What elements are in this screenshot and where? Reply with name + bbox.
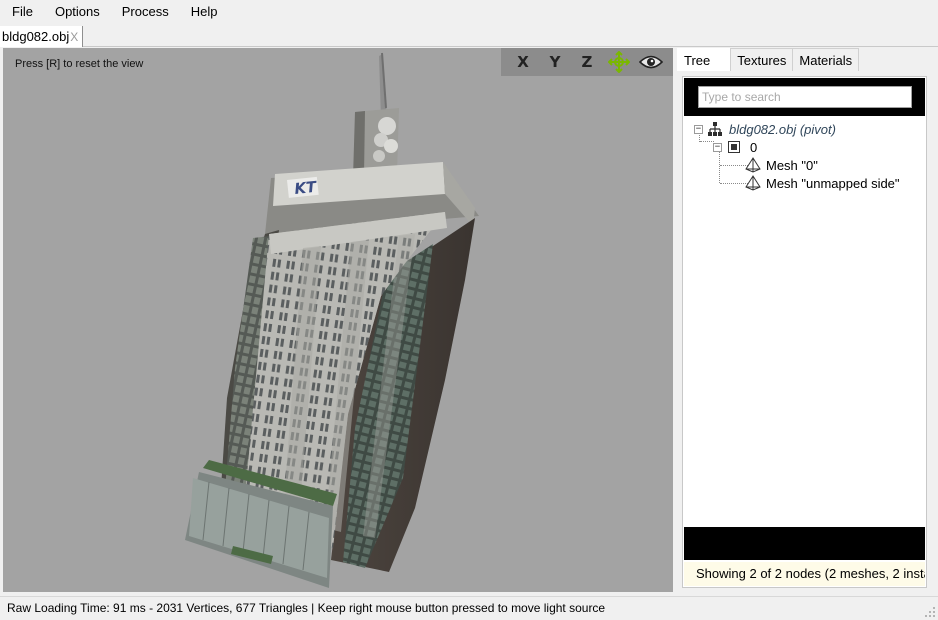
hierarchy-icon [708,122,722,136]
view-x-button[interactable]: X [507,48,539,76]
search-area [684,78,925,116]
document-tab[interactable]: bldg082.obj X [0,26,84,47]
side-tab-bar: Tree Textures Materials [677,48,860,71]
reset-view-hint: Press [R] to reset the view [15,58,144,70]
building-sign: KT [294,178,319,198]
tree-panel: − bldg082.obj (pivot) − [682,76,927,588]
menu-bar: File Options Process Help [0,0,938,24]
close-tab-icon[interactable]: X [70,30,78,44]
status-text: Raw Loading Time: 91 ms - 2031 Vertices,… [7,601,606,615]
mesh-label: Mesh "0" [766,157,818,173]
tree-row-mesh-0[interactable]: Mesh "0" [745,156,818,174]
tree-node-label: 0 [750,139,758,155]
collapse-icon[interactable]: − [713,142,722,152]
view-toolbar: X Y Z [501,48,673,76]
menu-process[interactable]: Process [111,0,180,24]
3d-viewport[interactable]: KT Press [R] to reset the view X Y Z [3,48,673,592]
mesh-icon [745,157,761,173]
tree-row-node-0[interactable]: − 0 [713,138,757,156]
building-model: KT [185,52,479,588]
tree-root-label: bldg082.obj (pivot) [729,121,836,137]
menu-options[interactable]: Options [44,0,111,24]
search-input[interactable] [698,86,912,108]
mesh-icon [745,175,761,191]
node-count-status: Showing 2 of 2 nodes (2 meshes, 2 instan [684,562,925,586]
tree-row-mesh-1[interactable]: Mesh "unmapped side" [745,174,900,192]
tab-textures[interactable]: Textures [730,48,794,71]
view-z-button[interactable]: Z [571,48,603,76]
app-window: File Options Process Help bldg082.obj X [0,0,938,620]
view-y-button[interactable]: Y [539,48,571,76]
status-bar: Raw Loading Time: 91 ms - 2031 Vertices,… [0,596,938,620]
resize-grip-icon[interactable] [925,607,935,617]
tab-materials[interactable]: Materials [792,48,860,71]
menu-help[interactable]: Help [180,0,229,24]
eye-icon[interactable] [635,48,667,76]
tree-row-root[interactable]: − bldg082.obj (pivot) [694,120,836,138]
document-tab-label: bldg082.obj [2,29,70,44]
mesh-label: Mesh "unmapped side" [766,175,900,191]
node-tree: − bldg082.obj (pivot) − 0 Mesh "0" Mesh … [683,117,924,527]
collapse-icon[interactable]: − [694,124,703,134]
menu-file[interactable]: File [0,0,44,24]
tab-tree[interactable]: Tree [677,48,732,71]
move-light-icon[interactable] [603,48,635,76]
document-tab-strip: bldg082.obj X [0,24,938,47]
side-panel: Tree Textures Materials − [677,48,938,592]
node-icon [728,141,740,153]
preview-area [684,527,925,560]
